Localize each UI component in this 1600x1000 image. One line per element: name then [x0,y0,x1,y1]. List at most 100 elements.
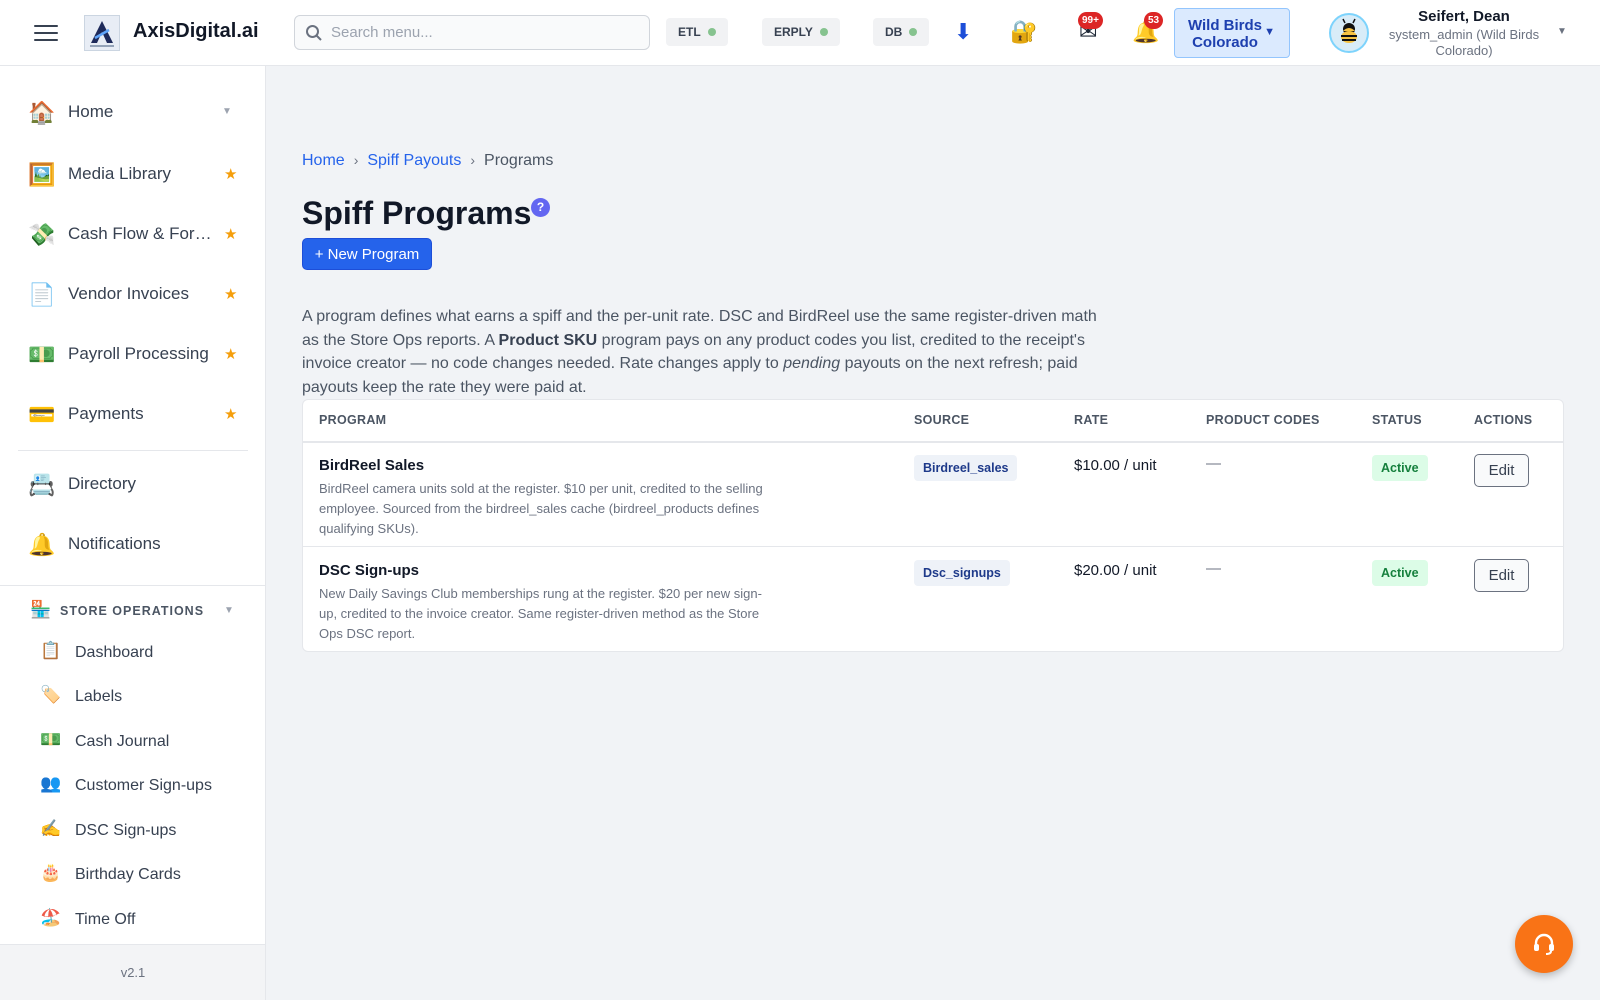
column-header-rate: RATE [1074,413,1109,427]
sidebar-item-label: Payroll Processing [68,344,209,363]
section-store-operations[interactable]: 🏪 STORE OPERATIONS ▼ [0,592,265,628]
sidebar-item-label: Directory [68,474,137,493]
sidebar-item-payroll-processing[interactable]: 💵 Payroll Processing ★ [0,327,265,383]
people-icon: 👥 [40,774,62,793]
credit-card-icon: 💳 [28,402,56,427]
search-input[interactable] [331,16,641,49]
house-icon: 🏠 [28,100,56,125]
store-selector[interactable]: Wild Birds Colorado ▼ [1174,8,1290,58]
status-dot [909,28,918,36]
support-chat-button[interactable] [1515,915,1573,973]
db-status[interactable]: DB [873,18,930,46]
breadcrumb-spiff-payouts-link[interactable]: Spiff Payouts [367,152,461,169]
sidebar-item-label: Birthday Cards [75,866,181,883]
sidebar-item-label: Notifications [68,534,161,553]
dollar-bill-icon: 💵 [40,730,62,749]
sidebar-item-birthday-cards[interactable]: 🎂 Birthday Cards [0,855,265,895]
product-codes: — [1206,560,1221,577]
breadcrumb-separator: › [353,152,359,168]
sidebar: 🏠 Home ▼ 🖼️ Media Library ★ 💸 Cash Flow … [0,66,266,1000]
etl-status[interactable]: ETL [666,18,728,46]
program-rate: $20.00 / unit [1074,562,1157,579]
column-header-program: PROGRAM [319,413,387,427]
favorite-star-icon[interactable]: ★ [224,405,237,423]
breadcrumb-separator: › [470,152,476,168]
notification-count-badge: 53 [1144,12,1164,29]
top-header: AxisDigital.ai ETL ERPLY DB ⬇ 🔐 ✉ 99+ 🔔 … [0,0,1600,66]
table-row: DSC Sign-ups New Daily Savings Club memb… [303,548,1563,651]
avatar[interactable] [1329,13,1369,53]
sidebar-item-directory[interactable]: 📇 Directory [0,457,265,513]
product-codes: — [1206,455,1221,472]
sidebar-item-label: Cash Flow & For… [68,224,212,243]
sidebar-item-home[interactable]: 🏠 Home ▼ [0,85,265,141]
sidebar-item-vendor-invoices[interactable]: 📄 Vendor Invoices ★ [0,267,265,323]
tag-icon: 🏷️ [40,685,62,704]
favorite-star-icon[interactable]: ★ [224,345,237,363]
bell-icon: 🔔 [28,532,56,557]
edit-button[interactable]: Edit [1474,559,1529,592]
chevron-down-icon[interactable]: ▼ [222,106,232,117]
help-icon[interactable]: ? [531,198,550,217]
sidebar-item-label: Cash Journal [75,733,170,750]
user-menu-chevron-icon[interactable]: ▼ [1557,26,1567,37]
new-program-button[interactable]: + New Program [302,238,432,270]
search-box[interactable] [294,15,650,50]
source-badge: Dsc_signups [914,560,1010,586]
document-icon: 📄 [28,282,56,307]
sidebar-item-cash-journal[interactable]: 💵 Cash Journal [0,722,265,762]
favorite-star-icon[interactable]: ★ [224,225,237,243]
sidebar-item-label: Home [68,102,114,121]
chevron-down-icon: ▼ [224,605,234,616]
user-role: system_admin (Wild Birds Colorado) [1388,27,1540,58]
sidebar-divider [18,450,248,451]
favorite-star-icon[interactable]: ★ [224,285,237,303]
card-index-icon: 📇 [28,472,56,497]
programs-table: PROGRAM SOURCE RATE PRODUCT CODES STATUS… [302,399,1564,652]
status-badge: Active [1372,455,1428,481]
sidebar-item-label: Vendor Invoices [68,284,189,303]
brand-name: AxisDigital.ai [133,20,259,42]
sidebar-item-label: Customer Sign-ups [75,777,212,794]
sidebar-item-notifications[interactable]: 🔔 Notifications [0,517,265,573]
source-badge: Birdreel_sales [914,455,1018,481]
program-description: New Daily Savings Club memberships rung … [319,586,762,641]
lock-key-icon[interactable]: 🔐 [1010,18,1037,46]
sidebar-item-dashboard[interactable]: 📋 Dashboard [0,633,265,673]
row-divider [303,546,1563,547]
sidebar-item-media-library[interactable]: 🖼️ Media Library ★ [0,147,265,203]
program-description: BirdReel camera units sold at the regist… [319,481,763,536]
program-name: BirdReel Sales [319,457,425,474]
breadcrumb: Home › Spiff Payouts › Programs [302,152,553,170]
money-wings-icon: 💸 [28,222,56,247]
sidebar-item-customer-sign-ups[interactable]: 👥 Customer Sign-ups [0,766,265,806]
column-header-actions: ACTIONS [1474,413,1533,427]
sidebar-item-label: Media Library [68,164,171,183]
sidebar-item-label: Dashboard [75,644,154,661]
download-icon[interactable]: ⬇ [954,18,972,46]
sidebar-item-cash-flow[interactable]: 💸 Cash Flow & For… ★ [0,207,265,263]
sidebar-divider [0,585,265,586]
table-row: BirdReel Sales BirdReel camera units sol… [303,443,1563,548]
breadcrumb-home-link[interactable]: Home [302,152,345,169]
sidebar-item-time-off[interactable]: 🏖️ Time Off [0,900,265,940]
birthday-cake-icon: 🎂 [40,863,62,882]
status-dot [707,28,716,36]
app-version: v2.1 [0,944,265,1000]
search-icon [305,24,323,47]
sidebar-item-labels[interactable]: 🏷️ Labels [0,677,265,717]
section-label: STORE OPERATIONS [60,604,205,618]
sidebar-item-label: Payments [68,404,144,423]
sidebar-item-payments[interactable]: 💳 Payments ★ [0,387,265,443]
erply-status[interactable]: ERPLY [762,18,840,46]
page-description: A program defines what earns a spiff and… [302,308,1097,396]
edit-button[interactable]: Edit [1474,454,1529,487]
picture-icon: 🖼️ [28,162,56,187]
user-name[interactable]: Seifert, Dean [1380,8,1548,25]
page-title: Spiff Programs [302,195,532,231]
clipboard-icon: 📋 [40,641,62,660]
favorite-star-icon[interactable]: ★ [224,165,237,183]
hamburger-menu-icon[interactable] [34,23,58,43]
store-icon: 🏪 [30,600,52,619]
sidebar-item-dsc-sign-ups[interactable]: ✍️ DSC Sign-ups [0,811,265,851]
